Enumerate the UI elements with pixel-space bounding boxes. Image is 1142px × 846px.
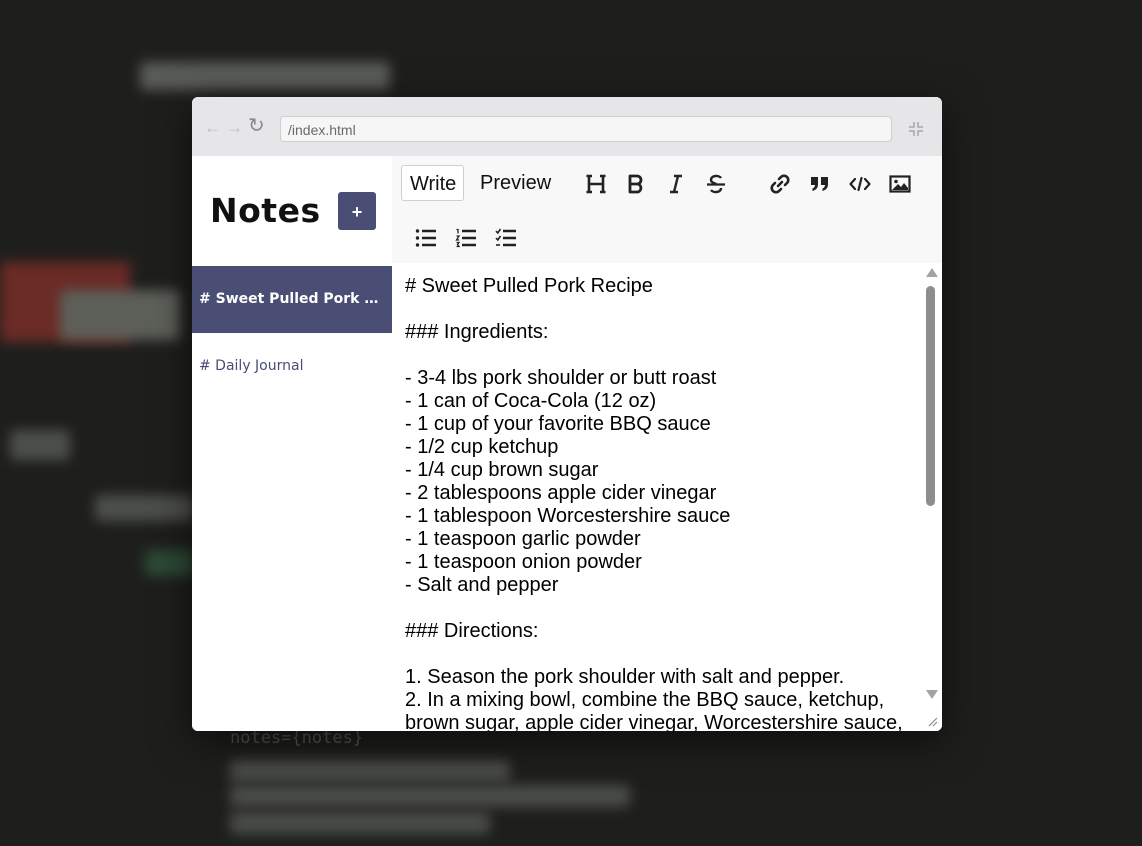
vertical-scrollbar[interactable] (924, 263, 938, 731)
backdrop-blur (140, 62, 390, 90)
markdown-textarea[interactable]: # Sweet Pulled Pork Recipe ### Ingredien… (392, 263, 942, 731)
tab-write[interactable]: Write (401, 165, 464, 201)
collapse-icon[interactable] (908, 121, 924, 137)
code-icon[interactable] (846, 170, 874, 198)
image-icon[interactable] (886, 170, 914, 198)
backdrop-blur (230, 812, 490, 834)
add-note-button[interactable]: + (338, 192, 376, 230)
markdown-editor: Write Preview # Sweet Pulled Pork Recipe… (392, 156, 942, 731)
arrow-right-icon[interactable]: → (226, 119, 243, 137)
italic-icon[interactable] (662, 170, 690, 198)
ordered-list-icon[interactable] (452, 224, 480, 252)
editor-toolbar: Write Preview (392, 156, 942, 264)
checklist-icon[interactable] (492, 224, 520, 252)
scroll-up-arrow-icon[interactable] (926, 268, 938, 277)
notes-sidebar: Notes + # Sweet Pulled Pork Re... # Dail… (192, 156, 393, 731)
tab-preview[interactable]: Preview (472, 165, 559, 201)
sidebar-title: Notes (210, 191, 321, 230)
backdrop-blur (230, 760, 510, 782)
backdrop-blur (230, 785, 630, 807)
note-item-sweet-pulled-pork[interactable]: # Sweet Pulled Pork Re... (192, 266, 392, 333)
markdown-content[interactable]: # Sweet Pulled Pork Recipe ### Ingredien… (405, 275, 910, 731)
heading-icon[interactable] (582, 170, 610, 198)
backdrop-blur (95, 495, 195, 521)
strikethrough-icon[interactable] (702, 170, 730, 198)
backdrop-blur (145, 550, 195, 576)
browser-window: ← → ↻ /index.html Notes + # Sweet Pulled… (192, 97, 942, 731)
scroll-down-arrow-icon[interactable] (926, 690, 938, 699)
resize-grip-icon[interactable] (926, 715, 938, 727)
browser-chrome: ← → ↻ /index.html (192, 97, 942, 157)
quote-icon[interactable] (806, 170, 834, 198)
note-item-daily-journal[interactable]: # Daily Journal (192, 333, 392, 400)
unordered-list-icon[interactable] (412, 224, 440, 252)
backdrop-blur (60, 290, 180, 340)
backdrop-code-line: notes={notes} (230, 728, 364, 748)
backdrop-blur (10, 430, 70, 460)
arrow-left-icon[interactable]: ← (204, 119, 221, 137)
bold-icon[interactable] (622, 170, 650, 198)
reload-icon[interactable]: ↻ (248, 116, 265, 136)
address-bar[interactable]: /index.html (280, 116, 892, 142)
link-icon[interactable] (766, 170, 794, 198)
scrollbar-thumb[interactable] (926, 286, 935, 506)
